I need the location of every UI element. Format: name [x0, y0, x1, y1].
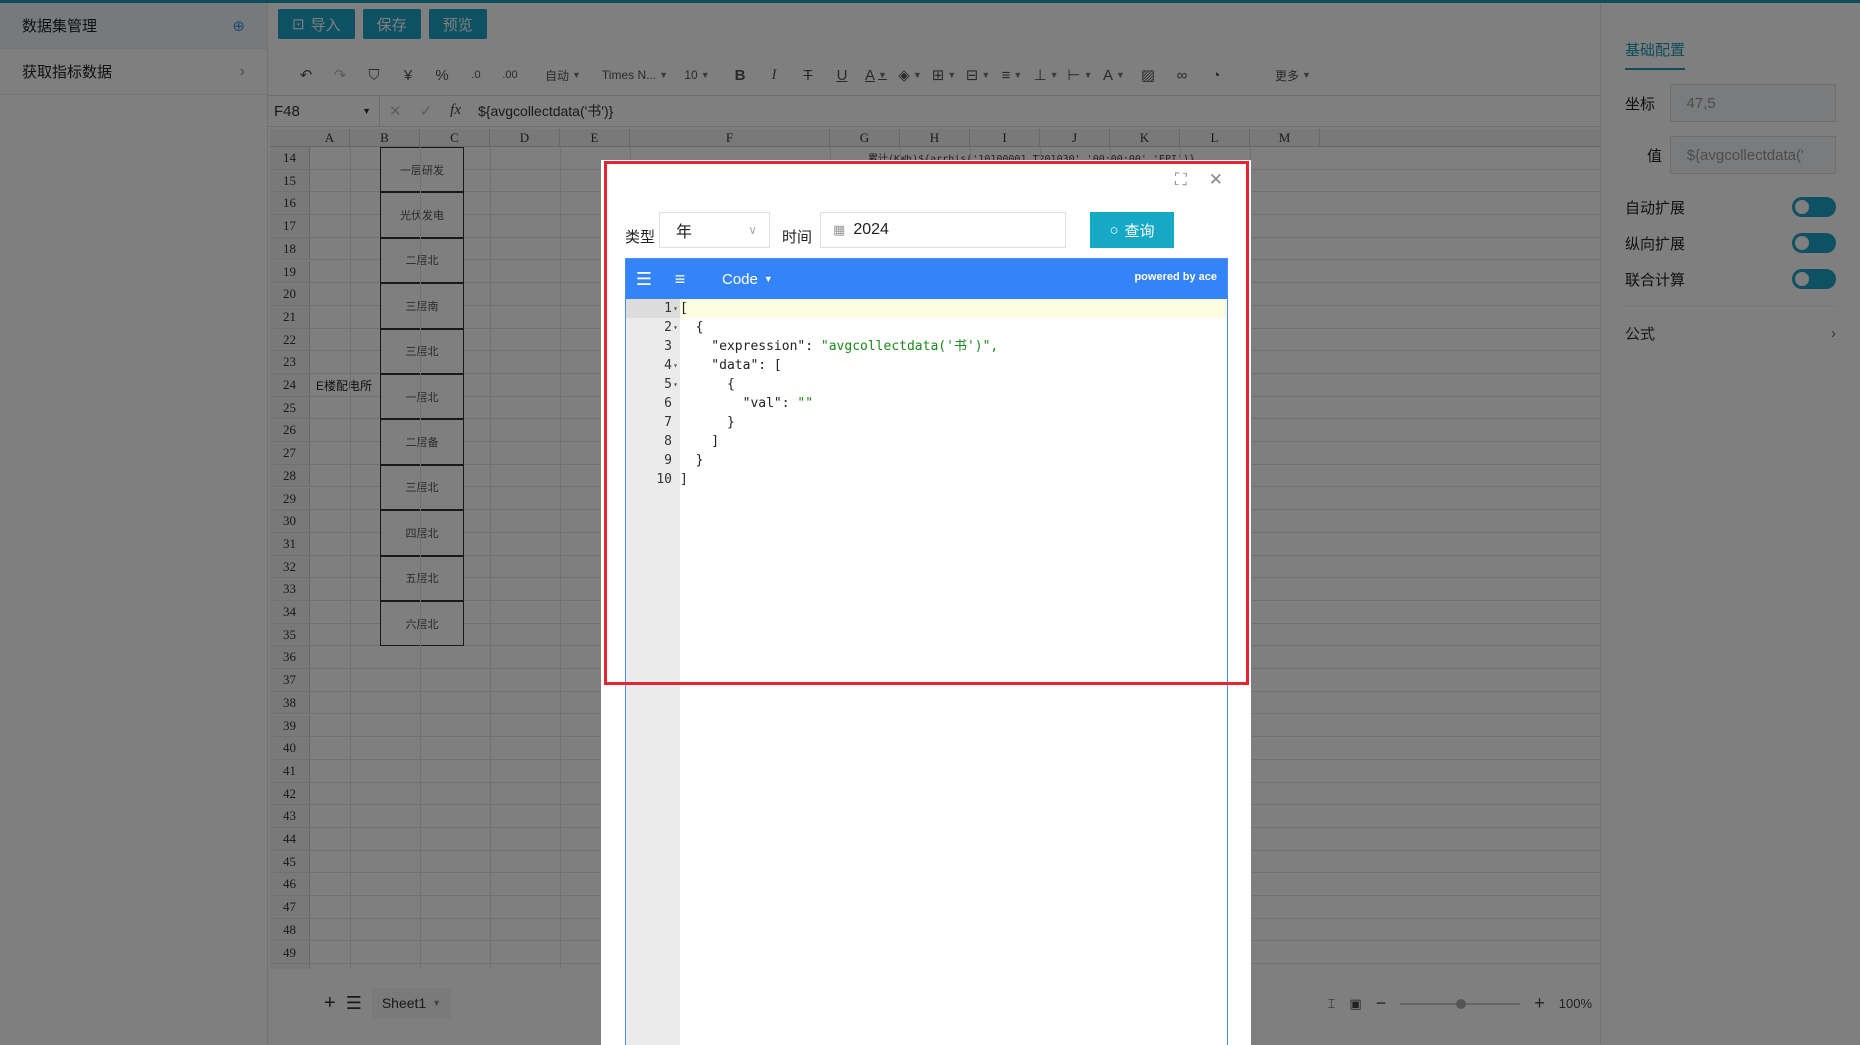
search-icon: ○ [1109, 221, 1119, 239]
editor-toolbar: ☰ ≡ Code ▼ powered by ace [626, 259, 1227, 299]
line-number: 5 ▾ [626, 375, 680, 394]
chevron-down-icon: ∨ [748, 223, 758, 237]
line-number-text: 7 [664, 415, 672, 430]
line-number: 3 [626, 337, 680, 356]
fold-icon[interactable]: ▾ [673, 299, 678, 318]
code-line[interactable]: { [680, 318, 1227, 337]
query-form: 类型 年 ∨ 时间 ▦ 2024 ○ 查询 [625, 212, 1175, 248]
line-number-text: 5 [664, 377, 672, 392]
line-number: 8 [626, 432, 680, 451]
editor-code[interactable]: [ { "expression": "avgcollectdata('书')",… [680, 299, 1227, 1045]
line-number-text: 8 [664, 434, 672, 449]
line-number: 10 [626, 470, 680, 489]
line-number: 1 ▾ [626, 299, 680, 318]
line-number: 7 [626, 413, 680, 432]
close-icon[interactable]: ✕ [1209, 170, 1223, 190]
type-label: 类型 [625, 228, 656, 246]
code-line[interactable]: } [680, 413, 1227, 432]
code-line[interactable]: "data": [ [680, 356, 1227, 375]
compact-json-icon[interactable]: ≡ [670, 269, 690, 290]
mode-select[interactable]: Code ▼ [722, 271, 773, 288]
format-json-icon[interactable]: ☰ [634, 269, 654, 290]
dialog-controls: ⛶ ✕ [1175, 170, 1223, 190]
code-text: [ [680, 301, 688, 316]
line-number-text: 2 [664, 320, 672, 335]
code-text: { [680, 377, 735, 392]
editor-gutter: 1 ▾ 2 ▾ 3 4 ▾ 5 ▾ 6 7 8 9 10 [626, 299, 680, 1045]
line-number-text: 3 [664, 339, 672, 354]
code-string: "avgcollectdata('书')", [820, 339, 999, 354]
code-text: ] [680, 434, 720, 449]
code-line[interactable]: ] [680, 432, 1227, 451]
code-line[interactable]: } [680, 451, 1227, 470]
fullscreen-icon[interactable]: ⛶ [1175, 170, 1187, 190]
calendar-icon: ▦ [833, 222, 846, 237]
json-editor[interactable]: ☰ ≡ Code ▼ powered by ace 1 ▾ 2 ▾ 3 4 ▾ 5 ▾ 6 7 8 9 10… [625, 258, 1228, 1045]
code-line[interactable]: [ [680, 299, 1227, 318]
code-string: "" [797, 396, 814, 411]
line-number-text: 9 [664, 453, 672, 468]
type-select-value: 年 [676, 224, 693, 241]
fold-icon[interactable]: ▾ [673, 318, 678, 337]
fold-icon[interactable]: ▾ [673, 375, 678, 394]
type-select[interactable]: 年 ∨ [659, 212, 771, 248]
powered-by-ace[interactable]: powered by ace [1134, 271, 1217, 283]
code-text: } [680, 415, 735, 430]
line-number-text: 6 [664, 396, 672, 411]
code-line[interactable]: "expression": "avgcollectdata('书')", [680, 337, 1227, 356]
code-line[interactable]: ] [680, 470, 1227, 489]
code-text: "val": [680, 396, 798, 411]
code-line[interactable]: { [680, 375, 1227, 394]
code-line[interactable]: "val": "" [680, 394, 1227, 413]
line-number: 4 ▾ [626, 356, 680, 375]
time-label: 时间 [782, 228, 813, 246]
line-number-text: 10 [656, 472, 672, 487]
time-value: 2024 [853, 221, 889, 238]
line-number: 2 ▾ [626, 318, 680, 337]
code-text: { [680, 320, 704, 335]
code-text: "expression": [680, 339, 821, 354]
line-number: 9 [626, 451, 680, 470]
code-text: ] [680, 472, 688, 487]
mode-label: Code [722, 270, 758, 288]
line-number: 6 [626, 394, 680, 413]
query-button-label: 查询 [1124, 222, 1155, 240]
code-text: "data": [ [680, 358, 782, 373]
time-picker[interactable]: ▦ 2024 [820, 212, 1067, 248]
line-number-text: 4 [664, 358, 672, 373]
query-dialog: ⛶ ✕ 类型 年 ∨ 时间 ▦ 2024 ○ 查询 ☰ ≡ Code ▼ power… [601, 160, 1251, 1045]
fold-icon[interactable]: ▾ [673, 356, 678, 375]
query-button[interactable]: ○ 查询 [1090, 212, 1175, 248]
dropdown-icon: ▼ [763, 274, 773, 284]
line-number-text: 1 [664, 301, 672, 316]
code-text: } [680, 453, 704, 468]
